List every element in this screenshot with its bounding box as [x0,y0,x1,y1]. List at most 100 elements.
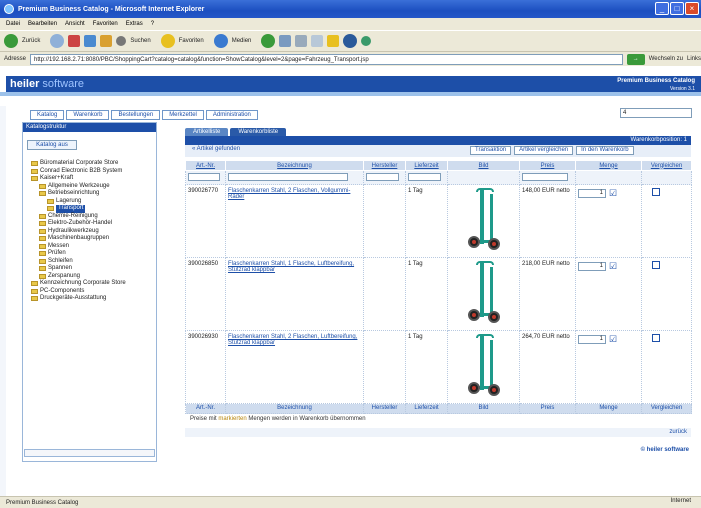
home-icon[interactable] [100,35,113,47]
close-button[interactable]: × [685,2,699,15]
product-image[interactable] [454,261,514,327]
filter-description-input[interactable] [228,173,348,181]
tree-item[interactable]: Büromaterial Corporate Store [31,160,156,168]
go-button-label[interactable]: Wechseln zu [649,56,683,62]
tree-item[interactable]: Chemie-Reinigung [31,213,156,221]
tree-item[interactable]: Prüfen [31,250,156,258]
cell-description-link[interactable]: Flaschenkarren Stahl, 2 Flaschen, Luftbe… [225,330,364,404]
compare-button[interactable]: Artikel vergleichen [514,146,574,155]
tree-item[interactable]: Lagerung [31,198,156,206]
quantity-input[interactable]: 1 [578,335,606,344]
catalog-toggle-button[interactable]: Katalog aus [27,140,77,150]
compare-checkbox[interactable] [652,188,660,196]
tree-item[interactable]: Zerspanung [31,273,156,281]
search-button-label[interactable]: Suchen [130,38,150,44]
media-button-label[interactable]: Medien [232,38,252,44]
cell-compare [641,257,692,331]
cart-check-icon[interactable]: ☑ [609,188,617,199]
filter-manufacturer-input[interactable] [366,173,400,181]
quantity-input[interactable]: 1 [578,189,606,198]
tree-item[interactable]: Betriebseinrichtung [31,190,156,198]
tree-item[interactable]: Elektro-Zubehör-Handel [31,220,156,228]
column-header-description[interactable]: Bezeichnung [225,160,364,171]
articles-found-link[interactable]: « Artikel gefunden [192,146,240,152]
tab-administration[interactable]: Administration [205,110,258,120]
column-header-manufacturer[interactable]: Hersteller [363,160,406,171]
catalog-tree-header: Katalogstruktur [23,123,156,132]
cart-check-icon[interactable]: ☑ [609,261,617,272]
tree-item[interactable]: Kaiser+Kraft [31,175,156,183]
address-input[interactable]: http://192.168.2.71:8080/PBC/ShoppingCar… [30,53,623,65]
history-icon[interactable] [261,34,276,48]
compare-checkbox[interactable] [652,334,660,342]
compare-checkbox[interactable] [652,261,660,269]
tab-wishlist[interactable]: Merkzettel [162,110,204,120]
menu-item-file[interactable]: Datei [6,21,20,27]
cell-description-link[interactable]: Flaschenkarren Stahl, 1 Flasche, Luftber… [225,257,364,331]
links-label[interactable]: Links [687,56,701,62]
filter-delivery-input[interactable] [408,173,442,181]
sidebar-scrollbar[interactable] [24,449,155,457]
result-actions: Transaktion Artikel vergleichen In den W… [470,146,634,155]
tree-item[interactable]: Conrad Electronic B2B System [31,168,156,176]
tree-item[interactable]: Spannen [31,265,156,273]
add-to-cart-button[interactable]: In den Warenkorb [576,146,634,155]
tree-item[interactable]: Maschinenbaugruppen [31,235,156,243]
research-icon[interactable] [361,36,372,46]
tree-item[interactable]: Allgemeine Werkzeuge [31,183,156,191]
folder-icon[interactable] [327,35,340,47]
print-icon[interactable] [295,35,308,47]
tree-item[interactable]: PC-Components [31,288,156,296]
column-header-price[interactable]: Preis [519,160,576,171]
footer-manufacturer: Hersteller [363,403,406,414]
mail-icon[interactable] [279,35,292,47]
tab-cart-list[interactable]: Warenkorbliste [230,128,287,136]
tab-orders[interactable]: Bestellungen [111,110,161,120]
tree-item[interactable]: Messen [31,243,156,251]
filter-article-no-input[interactable] [188,173,220,181]
go-button[interactable]: → [626,53,645,65]
folder-icon [31,176,38,182]
tab-catalog[interactable]: Katalog [30,110,65,120]
refresh-icon[interactable] [84,35,97,47]
product-image[interactable] [454,188,514,254]
tab-cart[interactable]: Warenkorb [66,110,110,120]
favorites-star-icon[interactable] [160,34,175,48]
column-header-article-no[interactable]: Art.-Nr. [185,160,226,171]
folder-icon [39,258,46,264]
cart-check-icon[interactable]: ☑ [609,334,617,345]
tree-item[interactable]: Schleifen [31,258,156,266]
cell-description-link[interactable]: Flaschenkarren Stahl, 2 Flaschen, Vollgu… [225,184,364,258]
back-link[interactable]: zurück [669,429,687,435]
tree-item[interactable]: Kennzeichnung Corporate Store [31,280,156,288]
product-image[interactable] [454,334,514,400]
forward-arrow-icon[interactable] [50,34,65,48]
favorites-button-label[interactable]: Favoriten [179,38,204,44]
column-header-delivery[interactable]: Lieferzeit [405,160,448,171]
menu-item-help[interactable]: ? [151,21,154,27]
menu-item-tools[interactable]: Extras [126,21,143,27]
messenger-icon[interactable] [343,34,358,48]
transaction-button[interactable]: Transaktion [470,146,512,155]
quantity-input[interactable]: 1 [578,262,606,271]
tree-item[interactable]: Transport [31,205,156,213]
tree-item[interactable]: Hydraulikwerkzeug [31,228,156,236]
edit-icon[interactable] [311,35,324,47]
tree-item[interactable]: Druckgeräte-Ausstattung [31,295,156,303]
menu-item-favorites[interactable]: Favoriten [93,21,118,27]
menu-item-view[interactable]: Ansicht [65,21,85,27]
folder-icon [31,161,38,167]
maximize-button[interactable]: □ [670,2,684,15]
filter-price-input[interactable] [522,173,568,181]
menu-item-edit[interactable]: Bearbeiten [28,21,57,27]
tree-item-label: Maschinenbaugruppen [48,235,110,241]
cart-position-label: Warenkorbposition: 1 [630,137,687,143]
minimize-button[interactable]: _ [655,2,669,15]
media-icon[interactable] [213,34,228,48]
back-arrow-icon[interactable] [4,34,18,48]
catalog-select[interactable]: 4 [620,108,692,118]
search-icon[interactable] [116,36,127,46]
stop-icon[interactable] [68,35,81,47]
tab-article-list[interactable]: Artikelliste [185,128,229,136]
back-button-label[interactable]: Zurück [22,38,40,44]
